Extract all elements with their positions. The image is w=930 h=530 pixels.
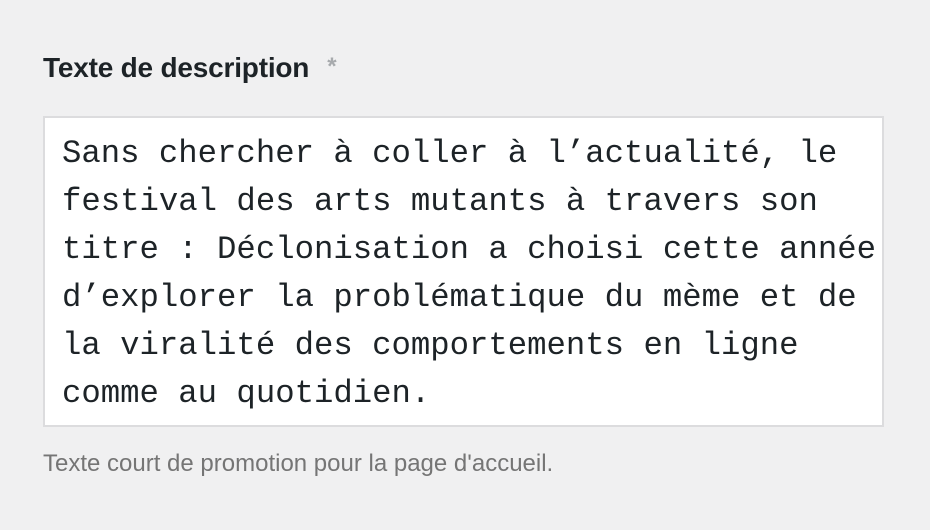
textarea-line: festival des arts mutants à travers son: [62, 183, 818, 220]
field-label-row: Texte de description *: [43, 52, 884, 92]
textarea-line: la viralité des comportements en ligne: [62, 327, 799, 364]
textarea-line: Sans chercher à coller à l’actualité, le: [62, 135, 838, 172]
description-textarea[interactable]: Sans chercher à coller à l’actualité, le…: [43, 116, 884, 427]
textarea-line: comme au quotidien.: [62, 375, 431, 412]
textarea-line: titre : Déclonisation a choisi cette ann…: [62, 231, 877, 268]
field-help-text: Texte court de promotion pour la page d'…: [43, 450, 554, 477]
textarea-line: d’explorer la problématique du mème et d…: [62, 279, 857, 316]
field-label: Texte de description: [43, 52, 310, 83]
required-asterisk: *: [327, 53, 337, 80]
description-field: Texte de description * Sans chercher à c…: [43, 52, 884, 477]
